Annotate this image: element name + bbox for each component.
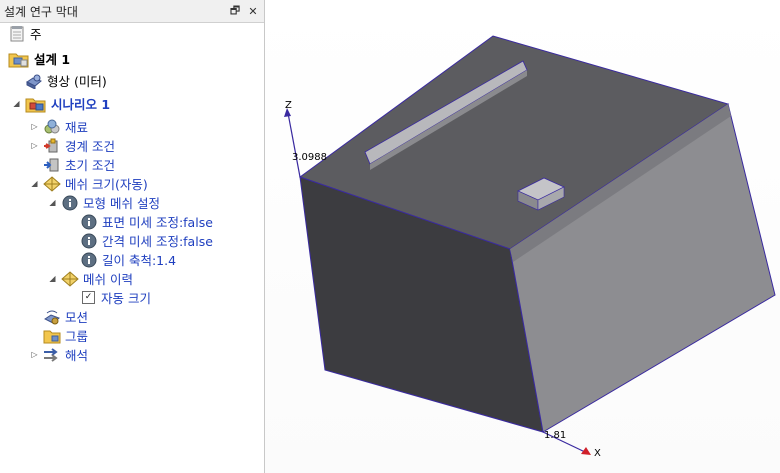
tree-item-label: 재료: [65, 120, 89, 135]
tree-item-scenario[interactable]: ◢ 시나리오 1: [12, 94, 110, 113]
design-tree: 주 설계 1 형상 (미터) ◢ 시나리오 1 ▷ 재료 ▷ 경계 조건 초기 …: [0, 23, 264, 473]
info-icon: [80, 214, 98, 230]
tree-item-label: 메쉬 크기(자동): [65, 177, 148, 192]
tree-item-label: 형상 (미터): [47, 74, 107, 89]
tree-item-motion[interactable]: 모션: [43, 307, 88, 326]
tree-item-label: 해석: [65, 348, 89, 363]
motion-icon: [43, 309, 61, 325]
collapse-arrow-icon[interactable]: ◢: [30, 179, 39, 188]
z-axis-label: Z: [285, 100, 292, 111]
expand-arrow-icon[interactable]: ▷: [30, 350, 39, 359]
info-icon: [80, 252, 98, 268]
collapse-arrow-icon[interactable]: ◢: [48, 274, 57, 283]
tree-item-boundary-conditions[interactable]: ▷ 경계 조건: [30, 136, 115, 155]
z-axis-line: [287, 112, 301, 178]
tree-item-label: 자동 크기: [101, 291, 151, 306]
tree-item-analysis[interactable]: ▷ 해석: [30, 345, 88, 364]
tree-item-groups[interactable]: 그룹: [43, 326, 88, 345]
x-axis-label: X: [594, 448, 601, 459]
tree-item-label: 주: [30, 27, 42, 42]
tree-item-label: 초기 조건: [65, 158, 115, 173]
tree-item-label: 설계 1: [34, 52, 71, 67]
tree-item-length-scale[interactable]: 길이 축척:1.4: [80, 250, 176, 269]
tree-item-surface-refinement[interactable]: 표면 미세 조정:false: [80, 212, 213, 231]
expand-arrow-icon[interactable]: ▷: [30, 122, 39, 131]
tree-item-mesh-history[interactable]: ◢ 메쉬 이력: [48, 269, 133, 288]
close-icon[interactable]: ✕: [246, 4, 260, 18]
tree-item-label: 메쉬 이력: [83, 272, 133, 287]
tree-item-initial-conditions[interactable]: 초기 조건: [43, 155, 115, 174]
auto-size-checkbox[interactable]: ✓: [82, 291, 95, 304]
mesh-icon: [61, 270, 79, 287]
x-axis-value: 1.81: [544, 430, 567, 441]
z-axis-value: 3.0988: [292, 152, 327, 163]
tree-item-label: 표면 미세 조정:false: [102, 215, 213, 230]
restore-window-icon[interactable]: 🗗: [228, 4, 242, 18]
tree-item-model-mesh-settings[interactable]: ◢ 모형 메쉬 설정: [48, 193, 160, 212]
tree-item-label: 그룹: [65, 329, 89, 344]
notes-icon: [8, 25, 26, 42]
panel-titlebar: 설계 연구 막대 🗗 ✕: [0, 0, 264, 23]
tree-item-label: 모션: [65, 310, 89, 325]
model-box: [284, 35, 776, 455]
tree-item-label: 간격 미세 조정:false: [102, 234, 213, 249]
tree-item-label: 경계 조건: [65, 139, 115, 154]
tree-item-geometry[interactable]: 형상 (미터): [25, 71, 107, 90]
design-folder-icon: [8, 50, 30, 68]
initial-conditions-icon: [43, 157, 61, 173]
collapse-arrow-icon[interactable]: ◢: [48, 198, 57, 207]
materials-icon: [43, 119, 61, 135]
geometry-icon: [25, 73, 43, 89]
boundary-conditions-icon: [43, 138, 61, 154]
groups-folder-icon: [43, 328, 61, 344]
tree-item-materials[interactable]: ▷ 재료: [30, 117, 88, 136]
expand-arrow-icon[interactable]: ▷: [30, 141, 39, 150]
panel-title: 설계 연구 막대: [4, 4, 78, 19]
mesh-icon: [43, 175, 61, 192]
tree-item-auto-size[interactable]: ✓ 자동 크기: [82, 288, 151, 307]
scenario-folder-icon: [25, 95, 47, 113]
tree-item-design[interactable]: 설계 1: [8, 49, 70, 68]
analysis-icon: [43, 347, 61, 363]
info-icon: [61, 195, 79, 211]
info-icon: [80, 233, 98, 249]
tree-item-label: 시나리오 1: [51, 97, 111, 112]
collapse-arrow-icon[interactable]: ◢: [12, 99, 21, 108]
tree-item-notes[interactable]: 주: [8, 24, 42, 43]
model-viewport[interactable]: Z 3.0988 1.81 X: [265, 0, 780, 473]
tree-item-mesh-size[interactable]: ◢ 메쉬 크기(자동): [30, 174, 148, 193]
design-study-bar: 설계 연구 막대 🗗 ✕ 주 설계 1 형상 (미터) ◢ 시나리오 1 ▷ 재…: [0, 0, 265, 473]
tree-item-label: 모형 메쉬 설정: [83, 196, 160, 211]
tree-item-label: 길이 축척:1.4: [102, 253, 177, 268]
tree-item-gap-refinement[interactable]: 간격 미세 조정:false: [80, 231, 213, 250]
